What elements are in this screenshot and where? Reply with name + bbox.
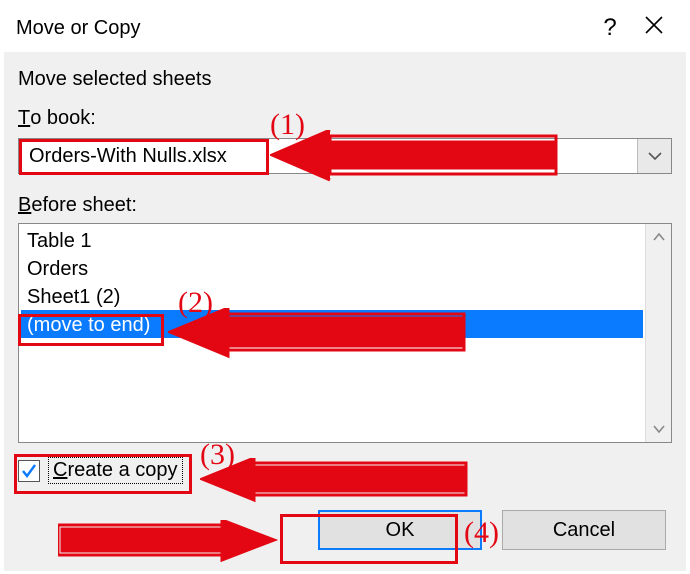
- help-button[interactable]: ?: [588, 14, 632, 42]
- close-icon[interactable]: [643, 14, 665, 36]
- create-copy-row: Create a copy: [18, 457, 672, 484]
- dialog-title: Move or Copy: [16, 17, 588, 40]
- scroll-down-icon[interactable]: [646, 416, 671, 442]
- move-selected-label: Move selected sheets: [18, 68, 672, 91]
- to-book-value: Orders-With Nulls.xlsx: [19, 145, 637, 168]
- list-item[interactable]: Table 1: [21, 226, 643, 254]
- cancel-button[interactable]: Cancel: [502, 510, 666, 550]
- move-or-copy-dialog: Move or Copy ? Move selected sheets To b…: [4, 3, 686, 571]
- dialog-buttons: OK Cancel: [18, 510, 672, 550]
- list-item[interactable]: Orders: [21, 254, 643, 282]
- to-book-combobox[interactable]: Orders-With Nulls.xlsx: [18, 138, 672, 174]
- before-sheet-listbox[interactable]: Table 1 Orders Sheet1 (2) (move to end): [18, 223, 672, 443]
- create-copy-label: Create a copy: [48, 457, 183, 484]
- to-book-label: To book:: [18, 107, 672, 130]
- list-item-selected[interactable]: (move to end): [21, 310, 643, 338]
- scroll-up-icon[interactable]: [646, 224, 671, 250]
- chevron-down-icon[interactable]: [637, 139, 671, 173]
- ok-button[interactable]: OK: [318, 510, 482, 550]
- list-item[interactable]: Sheet1 (2): [21, 282, 643, 310]
- titlebar: Move or Copy ?: [4, 4, 686, 52]
- listbox-scrollbar[interactable]: [645, 224, 671, 442]
- create-copy-checkbox[interactable]: [18, 460, 40, 482]
- before-sheet-label: Before sheet:: [18, 194, 672, 217]
